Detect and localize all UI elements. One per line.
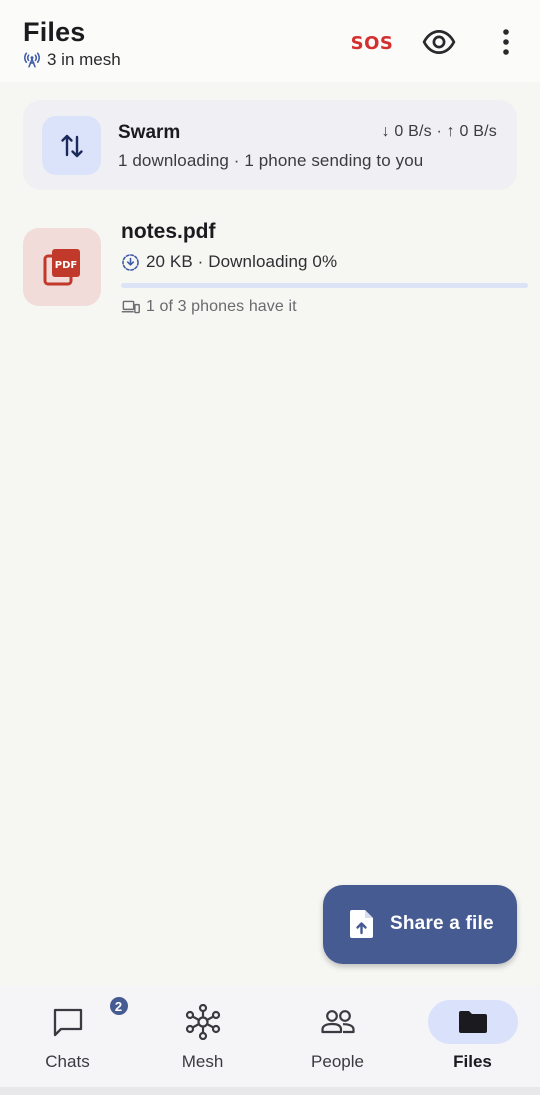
visibility-button[interactable] [417,20,461,64]
more-vert-icon [503,29,509,55]
nav-item-mesh[interactable]: Mesh [135,986,270,1087]
system-gesture-bar [0,1087,540,1095]
antenna-icon [24,52,40,68]
nav-files-icon-container [427,1000,518,1044]
file-row[interactable]: PDF notes.pdf 20 KB · Downloading 0% 1 o… [23,215,528,325]
nav-files-label: Files [453,1052,492,1071]
swarm-description: 1 downloading · 1 phone sending to you [118,151,424,170]
nav-people-icon-container [293,1000,383,1044]
share-file-button[interactable]: Share a file [323,885,517,964]
download-icon [122,253,139,271]
sos-button[interactable]: SOS [351,28,393,58]
nav-people-label: People [311,1052,364,1071]
share-file-label: Share a file [390,913,494,934]
swarm-speeds: ↓ 0 B/s · ↑ 0 B/s [381,123,497,140]
file-thumbnail: PDF [23,228,101,306]
chat-icon [53,1008,82,1037]
mesh-status: 3 in mesh [23,50,121,70]
file-status-text: 20 KB · Downloading 0% [146,252,338,271]
download-progress-bar [121,283,528,288]
file-name: notes.pdf [121,220,216,243]
pdf-icon: PDF [43,249,80,286]
file-status: 20 KB · Downloading 0% [121,252,337,272]
swarm-icon-tile [42,116,101,175]
top-app-bar: Files 3 in mesh SOS [0,0,540,82]
nav-item-chats[interactable]: 2 Chats [0,986,135,1087]
people-icon [320,1010,355,1034]
nav-mesh-icon-container [158,1000,248,1044]
nav-mesh-label: Mesh [181,1052,224,1071]
devices-icon [121,300,140,314]
bottom-navigation: 2 Chats Mesh People Files [0,986,540,1087]
swarm-title: Swarm [118,122,181,143]
nav-chats-icon-container: 2 [23,995,130,1044]
eye-icon [422,30,456,54]
swarm-card[interactable]: Swarm ↓ 0 B/s · ↑ 0 B/s 1 downloading · … [23,100,517,190]
upload-file-icon [350,910,373,938]
mesh-count-label: 3 in mesh [47,50,121,69]
mesh-icon [185,1004,220,1040]
nav-item-people[interactable]: People [270,986,405,1087]
swap-vert-icon [60,134,83,157]
file-availability-text: 1 of 3 phones have it [146,298,297,315]
chats-unread-badge: 2 [107,995,130,1017]
folder-icon [458,1011,487,1033]
file-availability: 1 of 3 phones have it [121,298,297,316]
page-title: Files [23,17,86,47]
nav-item-files[interactable]: Files [405,986,540,1087]
svg-text:PDF: PDF [55,260,77,271]
nav-chats-label: Chats [45,1052,90,1071]
more-options-button[interactable] [484,20,528,64]
